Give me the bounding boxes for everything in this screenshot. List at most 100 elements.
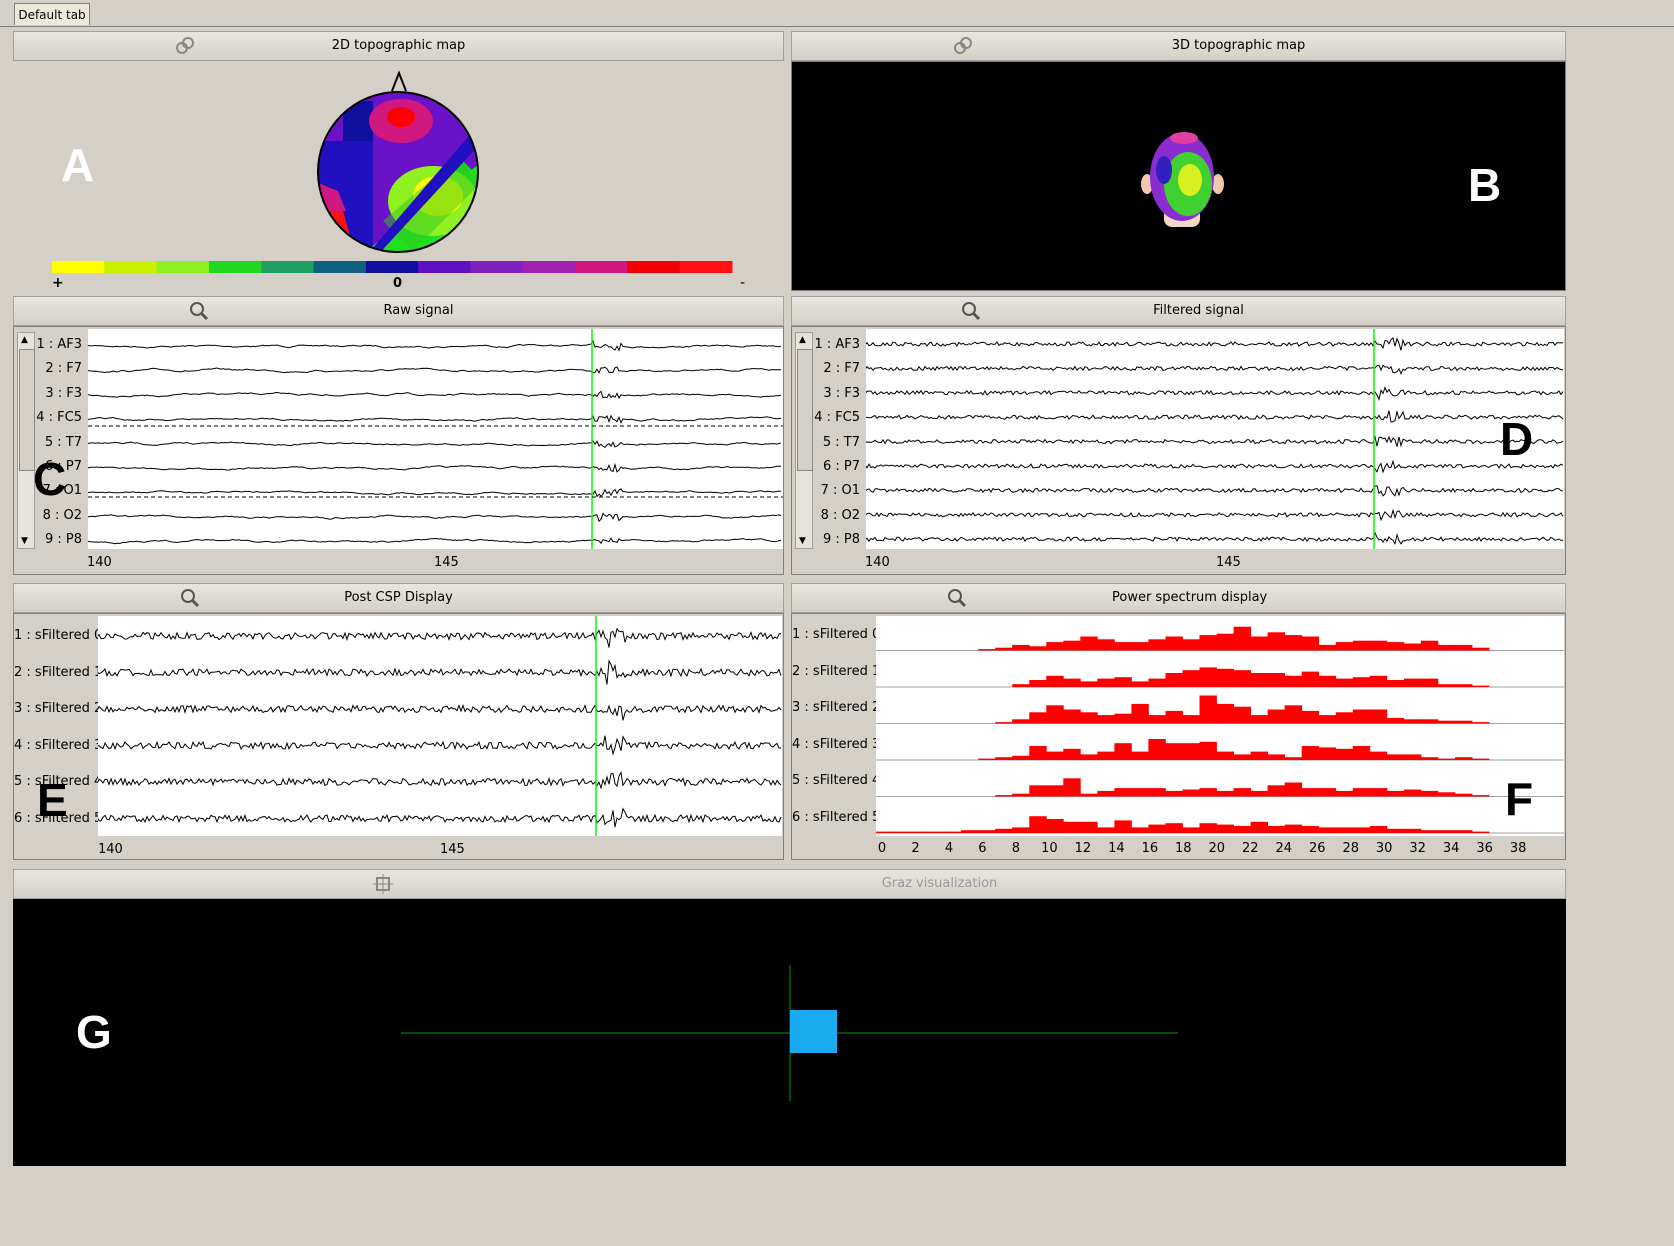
label-letter-b: B [1468,159,1502,211]
psd-bar [1369,640,1388,651]
psd-bar [1386,642,1405,651]
psd-bar [1335,678,1354,687]
psd-bar [1386,717,1405,724]
psd-bar [1131,703,1149,724]
psd-bar [1420,678,1439,687]
psd-bar [1284,824,1303,833]
psd-bar [1233,754,1251,760]
psd-bar [1114,788,1132,797]
psd-bar [978,758,996,760]
psd-bar [1301,671,1320,687]
raw-scrollbar[interactable]: ▲ ▼ [17,332,35,549]
psd-bar [1012,644,1030,651]
psd-bar [1335,712,1354,724]
channel-label: 4 : FC5 [814,410,860,426]
signal-trace [866,364,1564,375]
filtered-scrollbar[interactable]: ▲ ▼ [795,332,813,549]
colorbar-segment [575,261,628,273]
psd-bar [1420,719,1439,724]
signal-trace [88,414,782,424]
psd-bar [1012,684,1030,687]
zoom-icon[interactable] [946,587,968,609]
raw-title: Raw signal [383,303,454,318]
scroll-up-icon[interactable]: ▲ [21,335,28,345]
filtered-signal-plot[interactable] [866,329,1564,549]
scroll-up-icon[interactable]: ▲ [799,335,806,345]
time-tick-145: 145 [1216,555,1241,570]
scroll-down-icon[interactable]: ▼ [799,536,806,546]
psd-bar [1165,823,1183,833]
psd-bar [1233,826,1251,833]
raw-signal-plot[interactable] [88,329,783,549]
colorbar-segment [156,261,210,273]
tab-default[interactable]: Default tab [14,3,90,25]
signal-trace [88,512,782,523]
psd-bar [1318,747,1337,760]
csp-panel: 1 : sFiltered 0 2 : sFiltered 1 3 : sFilte… [13,613,784,860]
psd-bar [1352,788,1371,797]
colorbar-segment [627,261,681,273]
signal-trace [98,735,782,756]
psd-bar [1250,673,1268,687]
psd-bar [1420,830,1439,833]
graz-titlebar: Graz visualization [13,869,1566,899]
psd-tick-label: 32 [1409,841,1426,856]
signal-trace [88,339,782,352]
signal-trace [98,703,782,721]
csp-signal-plot[interactable] [98,616,782,836]
channel-label: 5 : sFiltered 4 [792,773,881,788]
channel-label: 3 : sFiltered 2 [792,700,881,715]
psd-bar [1080,712,1098,724]
signal-trace [98,771,782,790]
psd-bar [1267,632,1285,651]
psd-bar [1455,757,1473,760]
psd-bar [1012,719,1030,724]
psd-plot[interactable] [876,616,1564,836]
psd-bar [995,828,1013,833]
psd-tick-label: 10 [1041,841,1058,856]
channel-label: 6 : P7 [822,459,860,474]
psd-bar [1455,793,1473,797]
psd-bar [1386,680,1405,687]
psd-tick-label: 36 [1476,841,1493,856]
psd-bar [1455,644,1473,651]
label-letter-e: E [37,774,68,826]
colorbar-segment [313,261,367,273]
signal-trace [866,434,1564,448]
channel-label: 2 : F7 [45,361,82,377]
channel-label: 9 : P8 [44,532,82,548]
psd-bar [1097,751,1115,760]
psd-bar [876,831,894,833]
psd-bar [961,830,979,833]
psd-bar [1165,710,1183,724]
time-tick-140: 140 [865,555,890,570]
psd-bar [1352,709,1371,724]
psd-bar [1199,635,1217,651]
colorbar-segment [365,261,419,273]
psd-bar [1182,639,1200,651]
psd-bar [1148,824,1166,833]
psd-bar [944,831,962,833]
psd-bar [1165,636,1183,651]
psd-bar [1046,751,1064,760]
psd-tick-label: 12 [1075,841,1092,856]
filtered-scroll-thumb[interactable] [797,349,813,471]
scroll-down-icon[interactable]: ▼ [21,536,28,546]
channel-label: 4 : sFiltered 3 [792,736,881,752]
label-letter-g: G [76,1006,112,1058]
topo3d-view[interactable] [791,61,1566,291]
psd-bar [1369,709,1388,724]
head-3d-render [1141,132,1224,227]
psd-bar [1114,713,1132,724]
topo3d-title: 3D topographic map [1171,38,1306,53]
psd-bar [1403,754,1422,760]
psd-bar [1080,754,1098,760]
psd-bar [927,831,945,833]
psd-bar [1046,642,1064,651]
psd-tick-label: 28 [1342,841,1359,856]
psd-tick-label: 30 [1376,841,1393,856]
psd-bar [1046,675,1064,687]
signal-trace [866,386,1564,401]
psd-bar [1216,824,1234,833]
colorbar-zero: 0 [393,276,402,291]
